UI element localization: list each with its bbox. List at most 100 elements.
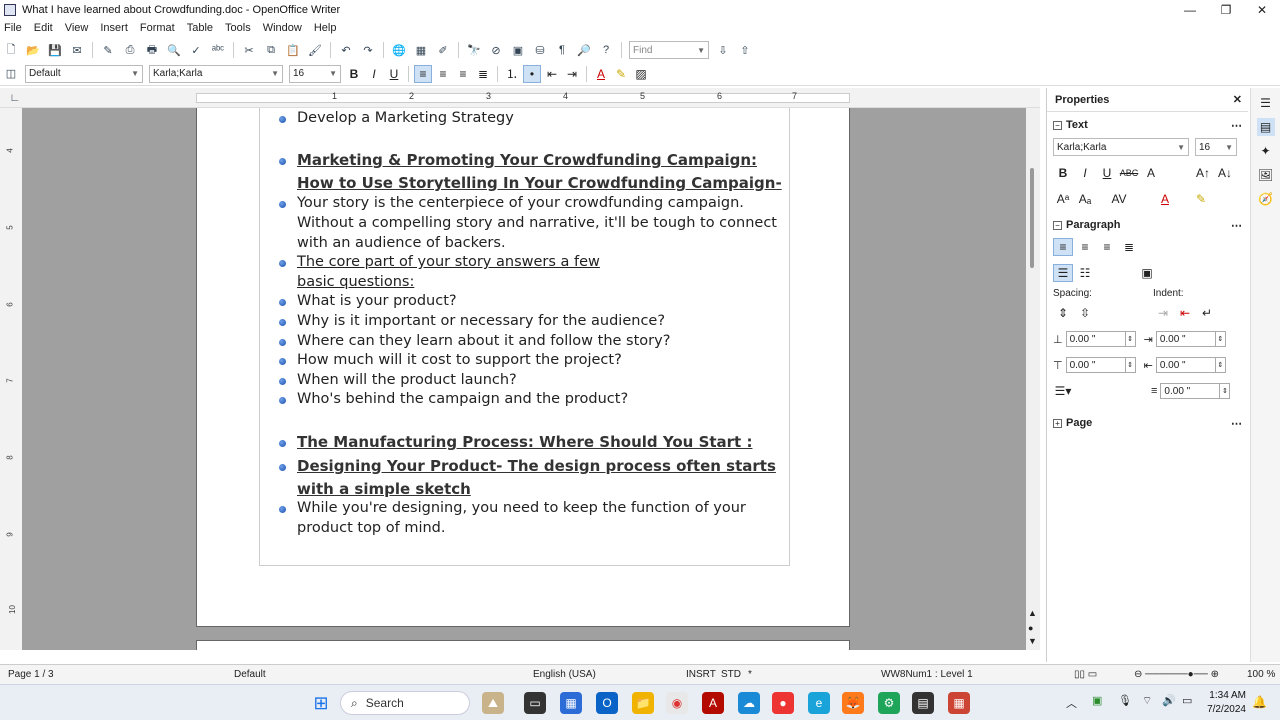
cut-icon[interactable]: ✂ [241, 42, 257, 58]
font-color-button[interactable]: A [592, 65, 610, 83]
menu-help[interactable]: Help [314, 22, 337, 34]
more-options-icon[interactable]: ⋯ [1231, 417, 1242, 430]
draw-functions-icon[interactable]: ✐ [435, 42, 451, 58]
paragraph-style-select[interactable]: Default ▼ [25, 64, 143, 83]
subscript-icon[interactable]: Aₐ [1075, 190, 1095, 208]
line-spacing-icon[interactable]: ☰▾ [1053, 382, 1073, 400]
find-next-icon[interactable]: ⇩ [715, 42, 731, 58]
navigator-deck-icon[interactable]: 🧭 [1257, 190, 1275, 208]
navigation-icon[interactable]: ● [1028, 623, 1033, 633]
formatting-marks-icon[interactable]: ¶ [554, 42, 570, 58]
autospell-icon[interactable]: ᵃᵇᶜ [210, 42, 226, 58]
document-line[interactable]: with an audience of backers. [297, 235, 506, 251]
font-name-select[interactable]: Karla;Karla ▼ [149, 64, 283, 83]
justify-button[interactable]: ≣ [474, 65, 492, 83]
numbering-button[interactable]: ⒈ [503, 65, 521, 83]
taskbar-search[interactable]: ⌕ Search [340, 691, 470, 715]
spinner-icon[interactable]: ⇕ [1124, 332, 1135, 346]
find-replace-icon[interactable]: 🔭 [466, 42, 482, 58]
zoom-slider[interactable]: ⊖ ──────●── ⊕ [1134, 669, 1219, 680]
find-input[interactable]: Find ▼ [629, 41, 709, 59]
collapse-icon[interactable]: − [1053, 221, 1062, 230]
page-section-header[interactable]: + Page ⋯ [1047, 414, 1248, 432]
sidebar-bullets-button[interactable]: ☰ [1053, 264, 1073, 282]
spinner-icon[interactable]: ⇕ [1214, 332, 1225, 346]
character-spacing-icon[interactable]: AV [1109, 190, 1129, 208]
taskbar-clock[interactable]: 1:34 AM 7/2/2024 [1207, 689, 1246, 717]
document-line[interactable]: Without a compelling story and narrative… [297, 215, 777, 231]
menu-tools[interactable]: Tools [225, 22, 251, 34]
tab-stop-icon[interactable]: ∟ [7, 90, 23, 106]
page-indicator[interactable]: Page 1 / 3 [8, 669, 54, 680]
horizontal-ruler[interactable]: ∟ 1 2 3 4 5 6 7 [0, 88, 1040, 108]
decrease-indent-button[interactable]: ⇤ [543, 65, 561, 83]
after-indent-field[interactable]: 0.00 " ⇕ [1155, 357, 1226, 373]
sidebar-increase-indent-icon[interactable]: ⇥ [1153, 304, 1173, 322]
file-explorer-icon[interactable]: 📁 [632, 692, 654, 714]
microphone-icon[interactable]: 🎙 [1118, 694, 1132, 707]
before-indent-field[interactable]: 0.00 " ⇕ [1155, 331, 1226, 347]
battery-icon[interactable]: ▭ [1182, 694, 1192, 707]
firefox-icon[interactable]: 🦊 [842, 692, 864, 714]
above-spacing-field[interactable]: 0.00 " ⇕ [1065, 331, 1136, 347]
calendar-app-icon[interactable]: ▤ [912, 692, 934, 714]
sidebar-numbering-button[interactable]: ☷ [1075, 264, 1095, 282]
first-line-indent-field[interactable]: 0.00 " ⇕ [1160, 383, 1231, 399]
data-sources-icon[interactable]: ⛁ [532, 42, 548, 58]
wifi-icon[interactable]: ⌔ [1142, 694, 1152, 708]
menu-format[interactable]: Format [140, 22, 175, 34]
menu-icon[interactable]: ☰ [1257, 94, 1275, 112]
sidebar-italic-button[interactable]: I [1075, 164, 1095, 182]
document-line[interactable]: Develop a Marketing Strategy [297, 110, 514, 126]
document-page[interactable]: Establish a TimelineDevelop a Marketing … [196, 108, 850, 627]
properties-deck-icon[interactable]: ▤ [1256, 118, 1275, 136]
acrobat-icon[interactable]: A [702, 692, 724, 714]
redo-icon[interactable]: ↷ [360, 42, 376, 58]
document-line[interactable]: product top of mind. [297, 520, 446, 536]
new-document-icon[interactable]: 🗋 [3, 42, 19, 58]
sidebar-justify-button[interactable]: ≣ [1119, 238, 1139, 256]
previous-page-icon[interactable]: ▲ [1028, 608, 1037, 618]
styles-deck-icon[interactable]: ✦ [1257, 142, 1275, 160]
sidebar-underline-button[interactable]: U [1097, 164, 1117, 182]
maximize-button[interactable]: ❐ [1208, 0, 1244, 19]
openoffice-icon[interactable]: ☁ [738, 692, 760, 714]
save-icon[interactable]: 💾 [47, 42, 63, 58]
decrease-spacing-icon[interactable]: ⇳ [1075, 304, 1095, 322]
selection-mode-indicator[interactable]: STD [721, 669, 741, 680]
copy-icon[interactable]: ⧉ [263, 42, 279, 58]
minimize-button[interactable]: — [1172, 0, 1208, 19]
open-folder-icon[interactable]: 📂 [25, 42, 41, 58]
view-layout-icon[interactable]: ▯▯ ▭ [1074, 669, 1097, 680]
align-right-button[interactable]: ≡ [454, 65, 472, 83]
edge-icon[interactable]: e [808, 692, 830, 714]
paragraph-section-header[interactable]: − Paragraph ⋯ [1047, 216, 1248, 234]
spinner-icon[interactable]: ⇕ [1219, 384, 1229, 398]
document-line[interactable]: Who's behind the campaign and the produc… [297, 391, 628, 407]
gallery-deck-icon[interactable]: 🖼 [1257, 166, 1275, 184]
text-section-header[interactable]: − Text ⋯ [1047, 116, 1248, 134]
increase-font-icon[interactable]: A↑ [1193, 164, 1213, 182]
print-icon[interactable]: 🖶 [144, 42, 160, 58]
document-line[interactable]: The core part of your story answers a fe… [297, 254, 600, 270]
sidebar-font-color-button[interactable]: A [1155, 190, 1175, 208]
sidebar-decrease-indent-icon[interactable]: ⇤ [1175, 304, 1195, 322]
document-line[interactable]: Why is it important or necessary for the… [297, 313, 665, 329]
hanging-indent-icon[interactable]: ↵ [1197, 304, 1217, 322]
hyperlink-icon[interactable]: 🌐 [391, 42, 407, 58]
navigator-icon[interactable]: ⊘ [488, 42, 504, 58]
export-pdf-icon[interactable]: ⎙ [122, 42, 138, 58]
next-page-icon[interactable]: ▼ [1028, 636, 1037, 646]
document-line[interactable]: While you're designing, you need to keep… [297, 500, 746, 516]
increase-spacing-icon[interactable]: ⇕ [1053, 304, 1073, 322]
more-options-icon[interactable]: ⋯ [1231, 119, 1242, 132]
store-icon[interactable]: ▦ [560, 692, 582, 714]
expand-icon[interactable]: + [1053, 419, 1062, 428]
tray-app-icon[interactable]: ▣ [1092, 694, 1102, 707]
table-icon[interactable]: ▦ [413, 42, 429, 58]
menu-edit[interactable]: Edit [34, 22, 53, 34]
scrollbar-thumb[interactable] [1030, 168, 1034, 268]
increase-indent-button[interactable]: ⇥ [563, 65, 581, 83]
insert-mode-indicator[interactable]: INSRT [686, 669, 716, 680]
spinner-icon[interactable]: ⇕ [1124, 358, 1135, 372]
